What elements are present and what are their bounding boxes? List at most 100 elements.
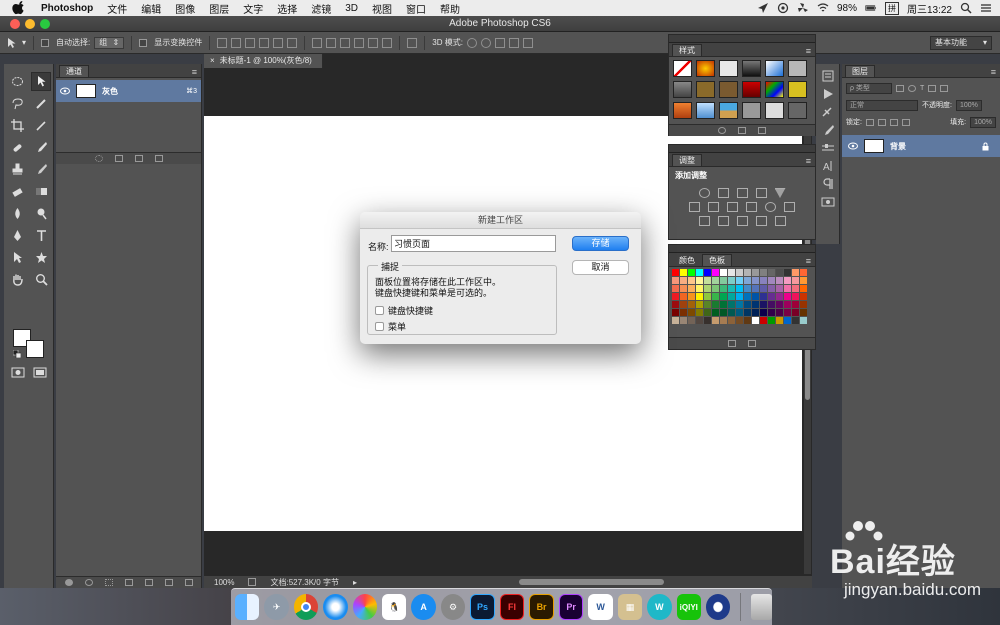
- align-left-icon[interactable]: [259, 37, 270, 48]
- color-swatch[interactable]: [680, 285, 687, 292]
- status-menu-icon[interactable]: ▸: [353, 578, 357, 587]
- color-swatch[interactable]: [744, 317, 751, 324]
- color-swatch[interactable]: [712, 293, 719, 300]
- menu-help[interactable]: 帮助: [440, 1, 460, 16]
- color-swatch[interactable]: [736, 293, 743, 300]
- color-swatch[interactable]: [720, 301, 727, 308]
- color-swatch[interactable]: [744, 277, 751, 284]
- color-swatch[interactable]: [776, 317, 783, 324]
- color-swatch[interactable]: [760, 301, 767, 308]
- color-swatch[interactable]: [792, 309, 799, 316]
- color-swatch[interactable]: [712, 277, 719, 284]
- actions-icon[interactable]: [821, 88, 835, 100]
- color-swatch[interactable]: [784, 269, 791, 276]
- vibrance-icon[interactable]: [774, 188, 786, 198]
- shortcuts-checkbox[interactable]: [375, 306, 384, 315]
- color-swatch[interactable]: [672, 285, 679, 292]
- photos-icon[interactable]: [352, 594, 378, 620]
- align-right-icon[interactable]: [287, 37, 298, 48]
- hue-saturation-icon[interactable]: [689, 202, 700, 212]
- color-swatch[interactable]: [784, 277, 791, 284]
- color-swatch[interactable]: [776, 285, 783, 292]
- path-select-tool[interactable]: [7, 248, 27, 267]
- finder-icon[interactable]: [235, 594, 260, 620]
- eye-icon[interactable]: [60, 87, 70, 95]
- brightness-icon[interactable]: [698, 188, 710, 198]
- color-swatch[interactable]: [728, 285, 735, 292]
- color-swatch[interactable]: [680, 309, 687, 316]
- color-swatch[interactable]: [720, 293, 727, 300]
- levels-icon[interactable]: [717, 188, 729, 198]
- color-swatch[interactable]: [680, 301, 687, 308]
- new-path-icon[interactable]: [164, 579, 173, 586]
- close-icon[interactable]: ×: [210, 56, 215, 65]
- exposure-icon[interactable]: [755, 188, 767, 198]
- tool-presets-icon[interactable]: [821, 106, 835, 118]
- color-swatch[interactable]: [728, 301, 735, 308]
- color-swatch[interactable]: [680, 277, 687, 284]
- color-swatch[interactable]: [672, 317, 679, 324]
- zoom-level[interactable]: 100%: [214, 578, 234, 587]
- color-swatch[interactable]: [672, 309, 679, 316]
- panel-menu-icon[interactable]: ≡: [991, 67, 996, 77]
- history-brush-tool[interactable]: [31, 160, 51, 179]
- launchpad-icon[interactable]: ✈: [264, 594, 289, 620]
- invert-icon[interactable]: [698, 216, 710, 226]
- color-swatch[interactable]: [760, 269, 767, 276]
- color-swatch[interactable]: [792, 293, 799, 300]
- color-swatch[interactable]: [688, 269, 695, 276]
- color-swatch[interactable]: [728, 269, 735, 276]
- auto-select-checkbox[interactable]: [41, 38, 50, 47]
- document-info[interactable]: 文档:527.3K/0 字节: [270, 577, 338, 588]
- color-swatch[interactable]: [752, 317, 759, 324]
- menu-app-name[interactable]: Photoshop: [41, 3, 93, 14]
- style-swatch[interactable]: [673, 81, 692, 98]
- color-swatch[interactable]: [712, 309, 719, 316]
- style-swatch[interactable]: [788, 81, 807, 98]
- color-swatch[interactable]: [736, 285, 743, 292]
- move-tool-icon[interactable]: [6, 37, 18, 49]
- app-store-icon[interactable]: A: [411, 594, 436, 620]
- save-button[interactable]: 存储: [572, 236, 629, 251]
- threshold-icon[interactable]: [736, 216, 748, 226]
- color-swatch[interactable]: [728, 293, 735, 300]
- fill-path-icon[interactable]: [64, 579, 73, 586]
- chrome-icon[interactable]: [293, 594, 319, 620]
- paragraph-icon[interactable]: [821, 178, 835, 190]
- spotlight-search-icon[interactable]: [960, 2, 972, 14]
- align-top-icon[interactable]: [217, 37, 228, 48]
- menu-3d[interactable]: 3D: [345, 3, 358, 14]
- color-swatch[interactable]: [800, 285, 807, 292]
- color-swatch[interactable]: [696, 269, 703, 276]
- delete-swatch-icon[interactable]: [748, 340, 756, 347]
- color-swatch[interactable]: [776, 293, 783, 300]
- new-channel-icon[interactable]: [134, 155, 143, 162]
- 3d-roll-icon[interactable]: [480, 37, 491, 48]
- screen-mode-icon[interactable]: [33, 367, 47, 378]
- color-swatch[interactable]: [696, 285, 703, 292]
- character-icon[interactable]: A: [821, 160, 835, 172]
- color-swatch[interactable]: [752, 285, 759, 292]
- curves-icon[interactable]: [736, 188, 748, 198]
- color-swatch[interactable]: [736, 269, 743, 276]
- tool-preset-chevron-icon[interactable]: ▾: [22, 38, 26, 47]
- color-swatch[interactable]: [768, 309, 775, 316]
- menu-select[interactable]: 选择: [277, 1, 297, 16]
- properties-icon[interactable]: [821, 196, 835, 208]
- color-swatch[interactable]: [680, 293, 687, 300]
- tab-styles[interactable]: 样式: [672, 44, 702, 56]
- type-tool[interactable]: [31, 226, 51, 245]
- distribute-left-icon[interactable]: [354, 37, 365, 48]
- notification-center-icon[interactable]: [980, 2, 992, 14]
- posterize-icon[interactable]: [717, 216, 729, 226]
- tab-adjustments[interactable]: 调整: [672, 154, 702, 166]
- color-swatch[interactable]: [696, 293, 703, 300]
- color-swatch[interactable]: [688, 317, 695, 324]
- style-swatch[interactable]: [696, 81, 715, 98]
- color-swatch[interactable]: [672, 293, 679, 300]
- brush-tool[interactable]: [31, 138, 51, 157]
- color-swatch[interactable]: [784, 293, 791, 300]
- background-color-swatch[interactable]: [26, 340, 44, 358]
- color-swatch[interactable]: [784, 317, 791, 324]
- color-swatch[interactable]: [712, 301, 719, 308]
